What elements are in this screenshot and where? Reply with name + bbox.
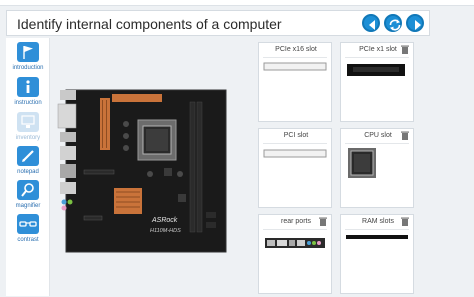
sidebar-item-label: introduction xyxy=(12,65,44,71)
slot-card-rear-ports[interactable]: rear ports xyxy=(258,214,332,294)
flag-icon xyxy=(17,42,39,62)
sidebar-item-label: instruction xyxy=(14,100,42,106)
rear-ports-image xyxy=(265,238,325,248)
drop-zone[interactable] xyxy=(345,229,409,291)
magnifier-icon xyxy=(17,180,39,200)
trash-icon[interactable] xyxy=(401,217,409,226)
slot-card-pcie-x1[interactable]: PCIe x1 slot xyxy=(340,42,414,122)
glasses-icon xyxy=(17,214,39,234)
drop-zone[interactable] xyxy=(345,57,409,119)
motherboard-image[interactable]: ASRock H110M-HDS xyxy=(56,84,230,256)
sidebar-item-label: magnifier xyxy=(15,203,41,209)
pencil-icon xyxy=(17,146,39,166)
slot-label: PCIe x16 slot xyxy=(275,46,317,53)
drop-zone[interactable] xyxy=(345,143,409,205)
forward-arrow-icon xyxy=(415,20,421,30)
slot-card-pci[interactable]: PCI slot xyxy=(258,128,332,208)
forward-button[interactable] xyxy=(406,14,424,32)
sidebar-item-label: notepad xyxy=(17,169,39,175)
sidebar-item-magnifier[interactable]: magnifier xyxy=(6,180,50,214)
pcie-x1-card-image xyxy=(347,64,405,76)
board-brand: ASRock xyxy=(151,217,178,224)
pcie-x16-slot-image xyxy=(263,62,327,71)
reset-button[interactable] xyxy=(384,14,402,32)
trash-icon[interactable] xyxy=(401,131,409,140)
sidebar-item-contrast[interactable]: contrast xyxy=(6,214,50,248)
sidebar-item-introduction[interactable]: introduction xyxy=(6,42,50,76)
sidebar: introduction instruction inventory notep… xyxy=(6,38,50,296)
cpu-socket-image xyxy=(348,148,376,178)
info-icon xyxy=(17,77,39,97)
slot-card-cpu[interactable]: CPU slot xyxy=(340,128,414,208)
drop-zone[interactable] xyxy=(263,57,327,119)
slot-label: PCI slot xyxy=(283,132,309,139)
slot-card-pcie-x16[interactable]: PCIe x16 slot xyxy=(258,42,332,122)
sidebar-item-instruction[interactable]: instruction xyxy=(6,77,50,111)
monitor-icon xyxy=(17,112,39,132)
top-strip xyxy=(0,0,474,6)
trash-icon[interactable] xyxy=(319,217,327,226)
sidebar-item-label: inventory xyxy=(15,135,41,141)
reset-icon xyxy=(389,19,401,31)
drop-zone[interactable] xyxy=(263,143,327,205)
board-model: H110M-HDS xyxy=(150,228,181,234)
back-arrow-icon xyxy=(369,20,375,30)
trash-icon[interactable] xyxy=(401,45,409,54)
sidebar-item-label: contrast xyxy=(17,237,39,243)
sidebar-item-inventory: inventory xyxy=(6,112,50,146)
back-button[interactable] xyxy=(362,14,380,32)
ram-slot-image xyxy=(346,235,408,239)
pci-slot-image xyxy=(263,149,327,158)
drop-zone[interactable] xyxy=(263,229,327,291)
sidebar-item-notepad[interactable]: notepad xyxy=(6,146,50,180)
slot-card-ram[interactable]: RAM slots xyxy=(340,214,414,294)
page-title: Identify internal components of a comput… xyxy=(17,16,282,32)
